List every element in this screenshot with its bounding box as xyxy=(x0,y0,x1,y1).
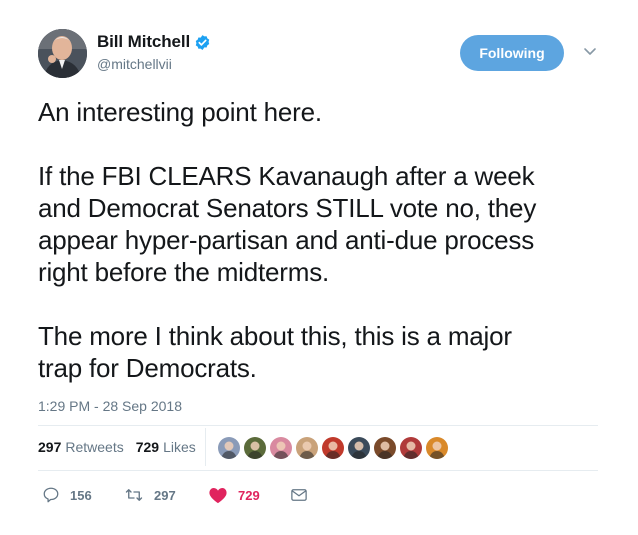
author-avatar[interactable] xyxy=(38,29,87,78)
tweet-card: Bill Mitchell @mitchellvii Following An … xyxy=(0,0,638,535)
retweet-icon xyxy=(125,489,143,501)
retweets-label: Retweets xyxy=(65,439,124,455)
author-handle[interactable]: @mitchellvii xyxy=(97,56,172,72)
retweet-count: 297 xyxy=(154,487,176,503)
tweet-timestamp[interactable]: 1:29 PM - 28 Sep 2018 xyxy=(38,398,182,414)
liker-avatar-icon[interactable] xyxy=(425,436,449,460)
likes-label: Likes xyxy=(163,439,196,455)
retweet-button[interactable]: 297 xyxy=(124,486,208,504)
liker-avatar-icon[interactable] xyxy=(295,436,319,460)
liker-avatar-icon[interactable] xyxy=(373,436,397,460)
liker-avatar-icon[interactable] xyxy=(347,436,371,460)
envelope-icon xyxy=(291,489,307,501)
reply-button[interactable]: 156 xyxy=(42,486,124,504)
author-name-row: Bill Mitchell xyxy=(97,32,211,52)
tweet-actions: 156 297 729 xyxy=(42,486,318,504)
like-button[interactable]: 729 xyxy=(208,486,290,504)
liker-avatars xyxy=(217,436,451,460)
liker-avatar-icon[interactable] xyxy=(269,436,293,460)
direct-message-button[interactable] xyxy=(290,487,318,503)
tweet-text: An interesting point here. If the FBI CL… xyxy=(38,96,608,384)
retweets-stat[interactable]: 297 Retweets xyxy=(38,439,124,455)
likes-stat[interactable]: 729 Likes xyxy=(136,439,196,455)
liker-avatar-icon[interactable] xyxy=(243,436,267,460)
liker-avatar-icon[interactable] xyxy=(321,436,345,460)
tweet-paragraph: If the FBI CLEARS Kavanaugh after a week… xyxy=(38,161,537,287)
tweet-stats: 297 Retweets 729 Likes xyxy=(38,439,208,455)
retweets-count: 297 xyxy=(38,439,62,455)
chevron-down-icon[interactable] xyxy=(582,46,598,58)
likes-count: 729 xyxy=(135,439,160,455)
tweet-paragraph: An interesting point here. xyxy=(38,97,322,127)
liker-avatar-icon[interactable] xyxy=(399,436,423,460)
stats-separator xyxy=(205,428,206,466)
liker-avatar-icon[interactable] xyxy=(217,436,241,460)
stats-top-divider xyxy=(38,425,598,426)
heart-icon xyxy=(209,488,227,504)
stats-bottom-divider xyxy=(38,470,598,471)
verified-badge-icon xyxy=(194,34,211,51)
following-button[interactable]: Following xyxy=(460,35,564,71)
like-count: 729 xyxy=(238,487,260,503)
tweet-paragraph: The more I think about this, this is a m… xyxy=(38,321,512,383)
author-display-name[interactable]: Bill Mitchell xyxy=(97,32,190,52)
reply-icon xyxy=(43,487,59,503)
reply-count: 156 xyxy=(70,487,92,503)
